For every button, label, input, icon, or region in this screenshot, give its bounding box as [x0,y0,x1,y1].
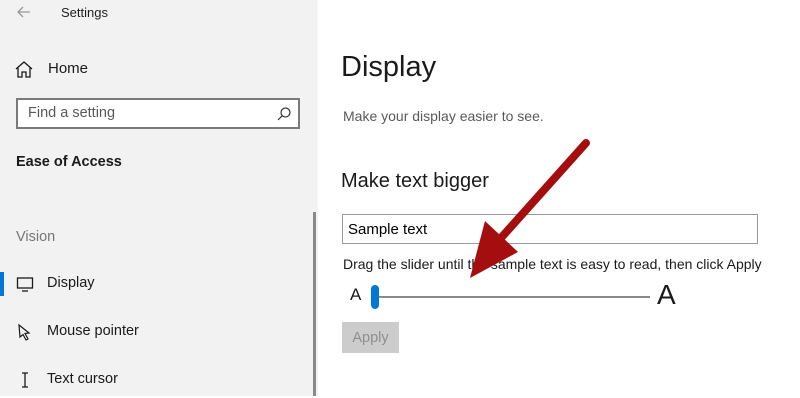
sidebar-scrollbar[interactable] [313,212,316,396]
home-nav-item[interactable]: Home [0,52,318,86]
search-input[interactable]: Find a setting [28,105,115,121]
sample-text-preview: Sample text [342,214,758,244]
slider-max-label: A [657,279,676,310]
home-label: Home [48,60,89,77]
slider-instructions: Drag the slider until the sample text is… [343,256,762,272]
sample-text: Sample text [348,221,428,238]
monitor-icon [16,277,34,292]
page-subtitle: Make your display easier to see. [343,108,544,124]
slider-min-label: A [350,285,362,304]
title-bar: Settings [0,0,318,28]
sidebar-item-display[interactable]: Display [0,266,318,302]
sidebar-item-mouse-pointer[interactable]: Mouse pointer [0,314,318,350]
section-heading: Make text bigger [341,170,489,192]
sidebar-item-label: Display [47,275,95,291]
sidebar-item-label: Text cursor [47,371,118,387]
window-title: Settings [61,5,108,20]
group-label-vision: Vision [16,229,56,245]
text-cursor-icon [22,372,28,388]
section-title: Ease of Access [16,154,122,170]
mouse-pointer-icon [18,323,31,341]
back-arrow-icon[interactable] [14,2,34,22]
sidebar-item-label: Mouse pointer [47,323,139,339]
active-indicator [0,272,4,296]
sidebar: Settings Home Find a setting Ease of Acc… [0,0,318,396]
sidebar-item-text-cursor[interactable]: Text cursor [0,362,318,398]
text-size-slider-thumb[interactable] [371,285,379,309]
search-icon[interactable] [276,106,292,122]
text-size-slider-track[interactable] [375,296,650,298]
home-icon [15,61,33,78]
page-title: Display [341,51,437,83]
apply-button[interactable]: Apply [342,322,399,353]
search-field[interactable]: Find a setting [16,98,300,129]
